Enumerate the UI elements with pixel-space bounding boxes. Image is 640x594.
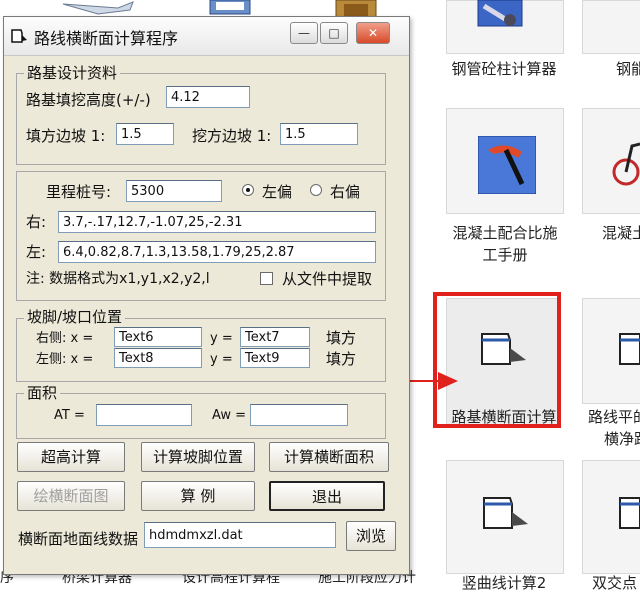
exit-button[interactable]: 退出 [269, 481, 385, 511]
browse-button[interactable]: 浏览 [346, 521, 396, 551]
calc-area-button[interactable]: 计算横断面积 [269, 442, 389, 472]
right-offset-radio[interactable] [310, 184, 322, 196]
left-offset-radio[interactable] [242, 184, 254, 196]
example-button[interactable]: 算 例 [141, 481, 255, 511]
title-bar[interactable]: 路线横断面计算程序 — □ ✕ [4, 17, 409, 56]
fill-height-label: 路基填挖高度(+/-) [26, 91, 151, 109]
from-file-checkbox[interactable] [260, 272, 273, 285]
right-x-input[interactable]: Text6 [114, 327, 202, 347]
app-icon [11, 29, 27, 43]
maximize-button[interactable]: □ [320, 22, 348, 44]
fill-slope-input[interactable]: 1.5 [116, 123, 174, 145]
from-file-label: 从文件中提取 [282, 270, 373, 288]
route-plane-label-line1: 路线平的 [588, 408, 640, 426]
right-y-label: y = [210, 331, 233, 346]
cut-slope-input[interactable]: 1.5 [280, 123, 358, 145]
left-offset-label: 左偏 [262, 183, 293, 201]
hammer-icon [478, 136, 536, 194]
highlight-box [433, 292, 561, 428]
route-doc-icon [619, 333, 640, 365]
left-y-input[interactable]: Text9 [240, 348, 310, 368]
vertical-curve-label: 竖曲线计算2 [461, 574, 547, 592]
cut-slope-label: 挖方边坡 1: [192, 127, 272, 145]
calc-foot-button[interactable]: 计算坡脚位置 [141, 442, 255, 472]
at-input[interactable] [96, 404, 192, 426]
concrete-label-line2: 工手册 [482, 246, 528, 264]
concrete-label-line1: 混凝土配合比施 [452, 224, 558, 242]
minimize-button[interactable]: — [290, 22, 318, 44]
cross-section-dialog: 路线横断面计算程序 — □ ✕ 路基设计资料 路基填挖高度(+/-) 4.12 … [3, 16, 410, 575]
subgrade-legend: 路基设计资料 [24, 64, 121, 82]
draw-section-button[interactable]: 绘横断面图 [17, 481, 125, 511]
book-icon[interactable] [206, 0, 256, 16]
bicycle-icon [612, 142, 640, 186]
steel-partial-tile[interactable] [582, 0, 640, 54]
aw-input[interactable] [250, 404, 348, 426]
slope-foot-legend: 坡脚/坡口位置 [24, 308, 126, 326]
vertical-curve-doc-icon [483, 497, 528, 529]
left-x-input[interactable]: Text8 [114, 348, 202, 368]
right-data-input[interactable]: 3.7,-.17,12.7,-1.07,25,-2.31 [58, 211, 376, 233]
at-label: AT = [54, 408, 85, 423]
steel-partial-label: 钢能 [616, 60, 640, 78]
format-note: 注: 数据格式为x1,y1,x2,y2,l [26, 271, 210, 287]
station-label: 里程桩号: [46, 183, 112, 201]
ground-file-label: 横断面地面线数据 [18, 530, 139, 548]
ground-file-input[interactable]: hdmdmxzl.dat [144, 522, 336, 548]
left-data-input[interactable]: 6.4,0.82,8.7,1.3,13.58,1.79,25,2.87 [58, 241, 376, 263]
right-data-label: 右: [26, 213, 47, 231]
close-button[interactable]: ✕ [356, 22, 390, 44]
fill-height-input[interactable]: 4.12 [166, 86, 250, 108]
right-y-input[interactable]: Text7 [240, 327, 310, 347]
superelevation-button[interactable]: 超高计算 [17, 442, 125, 472]
window-title: 路线横断面计算程序 [34, 29, 179, 48]
left-y-label: y = [210, 352, 233, 367]
steel-column-label: 钢管砼柱计算器 [451, 60, 557, 78]
concrete-partial-label: 混凝土 [602, 224, 640, 242]
route-plane-label-line2: 横净距 [604, 430, 640, 448]
wrench-icon [477, 0, 523, 27]
right-offset-label: 右偏 [330, 183, 361, 201]
left-data-label: 左: [26, 243, 47, 261]
station-input[interactable]: 5300 [126, 180, 222, 202]
fill-slope-label: 填方边坡 1: [26, 127, 106, 145]
left-fill-type: 填方 [326, 350, 357, 368]
pointer-arrow-head [438, 372, 458, 390]
intersection-doc-icon [619, 497, 640, 529]
right-fill-type: 填方 [326, 329, 357, 347]
intersection-label: 双交点 [592, 574, 638, 592]
left-side-x-label: 左侧: x = [36, 352, 94, 367]
right-side-x-label: 右侧: x = [36, 331, 94, 346]
area-legend: 面积 [24, 384, 61, 402]
aw-label: Aw = [212, 408, 247, 423]
